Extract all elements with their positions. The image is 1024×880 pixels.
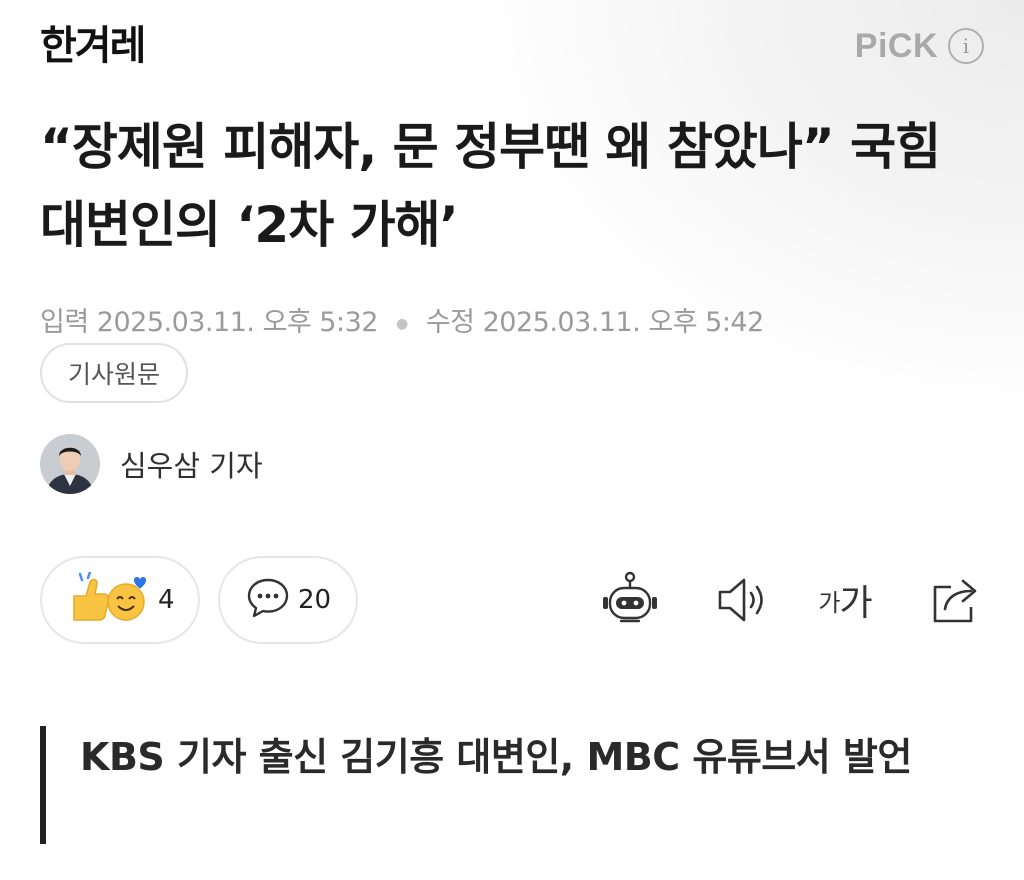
article-headline: “장제원 피해자, 문 정부땐 왜 참았나” 국힘 대변인의 ‘2차 가해’ [40, 118, 941, 254]
modified-label: 수정 [425, 307, 475, 338]
reaction-button[interactable]: 4 [40, 556, 200, 644]
comment-count: 20 [298, 585, 332, 615]
font-large-label: 가 [839, 583, 872, 624]
reporter-avatar[interactable] [40, 434, 100, 494]
robot-summary-icon[interactable] [600, 570, 660, 630]
share-icon[interactable] [926, 570, 986, 630]
speaker-icon[interactable] [712, 570, 772, 630]
comment-button[interactable]: 20 [218, 556, 358, 644]
published-label: 입력 [40, 307, 89, 338]
info-icon[interactable]: i [948, 28, 984, 64]
reaction-count: 4 [158, 585, 175, 615]
pick-label: PiCK [854, 26, 938, 65]
original-article-button[interactable]: 기사원문 [40, 343, 188, 403]
reporter-info[interactable]: 심우삼 기자 [40, 434, 263, 494]
font-size-icon[interactable]: 가가 [810, 570, 880, 630]
pick-badge: PiCK i [855, 24, 984, 68]
hankyoreh-logo[interactable]: 한겨레 [40, 18, 146, 74]
date-separator: ● [396, 315, 408, 332]
reporter-name: 심우삼 기자 [120, 449, 263, 483]
comment-icon [246, 576, 290, 624]
article-dates: 입력 2025.03.11. 오후 5:32 ● 수정 2025.03.11. … [40, 300, 764, 339]
modified-date: 2025.03.11. 오후 5:42 [482, 307, 765, 338]
reaction-icon [68, 570, 150, 628]
article-subheadline: KBS 기자 출신 김기흥 대변인, MBC 유튜브서 발언 [40, 726, 980, 844]
font-small-label: 가 [818, 588, 840, 617]
published-date: 2025.03.11. 오후 5:32 [96, 307, 379, 338]
